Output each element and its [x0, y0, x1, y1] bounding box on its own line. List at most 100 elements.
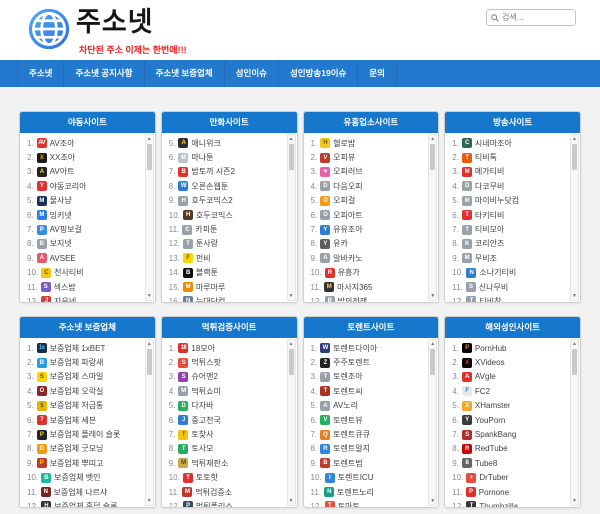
list-item[interactable]: 8. R RedTube	[445, 442, 569, 456]
site-link[interactable]: 보증업체 오락실	[50, 386, 104, 397]
list-item[interactable]: 14. B 블랙툰	[162, 266, 286, 280]
site-link[interactable]: 토렌트알지	[333, 443, 370, 454]
list-item[interactable]: 3. A AV아트	[20, 165, 144, 179]
site-link[interactable]: 자유넷	[54, 296, 76, 302]
list-item[interactable]: 4. D 다코무비	[445, 179, 569, 193]
list-item[interactable]: 15. M 마루마루	[162, 280, 286, 294]
site-link[interactable]: 마루마루	[196, 282, 225, 293]
list-item[interactable]: 7. P AV핑보걸	[20, 222, 144, 236]
site-link[interactable]: 보증업체 나르샤	[54, 487, 108, 498]
site-link[interactable]: 토토핫	[196, 472, 218, 483]
site-link[interactable]: 토렌트ICU	[338, 472, 374, 483]
site-link[interactable]: 먹튀재판소	[191, 458, 228, 469]
site-link[interactable]: 호두코믹스2	[191, 195, 232, 206]
site-link[interactable]: 토렌조아	[333, 371, 362, 382]
site-link[interactable]: 유유조아	[333, 224, 362, 235]
scroll-thumb[interactable]	[146, 144, 152, 170]
scroll-down-icon[interactable]: ▼	[288, 497, 295, 505]
scrollbar[interactable]: ▲ ▼	[286, 134, 296, 301]
list-item[interactable]: 4. F FC2	[445, 384, 569, 398]
site-link[interactable]: 토렌트다이아	[333, 343, 377, 354]
list-item[interactable]: 11. M 마사지365	[304, 280, 428, 294]
site-link[interactable]: DrTuber	[479, 473, 508, 482]
site-link[interactable]: YouPorn	[475, 416, 505, 425]
scroll-up-icon[interactable]: ▲	[429, 340, 436, 348]
site-link[interactable]: 시네마조아	[475, 138, 512, 149]
list-item[interactable]: 9. M 먹튀재판소	[162, 456, 286, 470]
list-item[interactable]: 11. N 보증업체 나르샤	[20, 485, 144, 499]
site-link[interactable]: 오피러브	[333, 166, 362, 177]
list-item[interactable]: 1. AV AV조아	[20, 136, 144, 150]
list-item[interactable]: 7. Y 유유조아	[304, 222, 428, 236]
site-link[interactable]: 보증업체 홀덤 슬롯	[54, 501, 117, 507]
list-item[interactable]: 5. M 물사냥	[20, 194, 144, 208]
site-link[interactable]: 유흥가	[338, 267, 360, 278]
list-item[interactable]: 7. S SpankBang	[445, 427, 569, 441]
site-link[interactable]: XVideos	[475, 358, 505, 367]
list-item[interactable]: 8. K 코리안즈	[445, 237, 569, 251]
nav-item[interactable]: 주소넷 보증업체	[145, 60, 225, 87]
list-item[interactable]: 10. B 보증업체 벳인	[20, 471, 144, 485]
site-link[interactable]: 18모아	[191, 343, 215, 354]
scroll-down-icon[interactable]: ▼	[146, 292, 153, 300]
list-item[interactable]: 7. Q 토렌트큐큐	[304, 427, 428, 441]
site-link[interactable]: 보증업체 스마일	[50, 371, 104, 382]
scrollbar[interactable]: ▲ ▼	[144, 134, 154, 301]
site-link[interactable]: 마사지365	[337, 282, 372, 293]
list-item[interactable]: 9. B 토렌트범	[304, 456, 428, 470]
list-item[interactable]: 4. T 토렌트씨	[304, 384, 428, 398]
list-item[interactable]: 5. M 마이비누닷컴	[445, 194, 569, 208]
site-link[interactable]: 보증업체 파랑새	[50, 357, 104, 368]
site-link[interactable]: 토사모	[191, 443, 213, 454]
list-item[interactable]: 5. $ 보증업체 저금통	[20, 399, 144, 413]
site-link[interactable]: 신나무비	[479, 282, 508, 293]
list-item[interactable]: 12. T Thumbzilla	[445, 499, 569, 507]
list-item[interactable]: 6. 7 보증업체 세븐	[20, 413, 144, 427]
scroll-down-icon[interactable]: ▼	[288, 292, 295, 300]
scroll-down-icon[interactable]: ▼	[146, 497, 153, 505]
list-item[interactable]: 2. T 티비톡	[445, 150, 569, 164]
scroll-thumb[interactable]	[572, 349, 577, 375]
nav-item[interactable]: 문의	[358, 60, 397, 87]
list-item[interactable]: 12. T 툰사랑	[162, 237, 286, 251]
site-link[interactable]: 토렌트뷰	[333, 415, 362, 426]
site-link[interactable]: 툰사랑	[196, 238, 218, 249]
site-link[interactable]: 먹튀폴리스	[196, 501, 233, 507]
list-item[interactable]: 12. B 밤의전쟁	[304, 294, 428, 302]
list-item[interactable]: 4. O 보증업체 오락실	[20, 384, 144, 398]
site-link[interactable]: SpankBang	[475, 430, 516, 439]
list-item[interactable]: 1. H 헬로밤	[304, 136, 428, 150]
site-link[interactable]: 보증업체 저금통	[50, 400, 104, 411]
list-item[interactable]: 9. M 무비조	[445, 251, 569, 265]
list-item[interactable]: 5. A AV노리	[304, 399, 428, 413]
list-item[interactable]: 9. 8 Tube8	[445, 456, 569, 470]
scroll-thumb[interactable]	[288, 349, 294, 375]
scroll-down-icon[interactable]: ▼	[571, 497, 578, 505]
list-item[interactable]: 9. P 보증업체 뿌띠고	[20, 456, 144, 470]
list-item[interactable]: 1. W 토렌트다이아	[304, 341, 428, 355]
list-item[interactable]: 8. G 보증업체 굿모닝	[20, 442, 144, 456]
list-item[interactable]: 13. F 펀비	[162, 251, 286, 265]
site-link[interactable]: 밍키넷	[50, 210, 72, 221]
list-item[interactable]: 5. D 다자바	[162, 399, 286, 413]
site-link[interactable]: 오른손웹툰	[191, 181, 228, 192]
scroll-thumb[interactable]	[146, 349, 152, 375]
site-link[interactable]: 마나툰	[191, 152, 213, 163]
nav-item[interactable]: 주소넷 공지사항	[64, 60, 145, 87]
list-item[interactable]: 1. C 시네마조아	[445, 136, 569, 150]
site-link[interactable]: 펀비	[196, 253, 211, 264]
site-link[interactable]: AV아트	[50, 166, 75, 177]
site-link[interactable]: 보증업체 세븐	[50, 415, 96, 426]
site-link[interactable]: 토렌트씨	[333, 386, 362, 397]
site-link[interactable]: 보증업체 플레이 슬롯	[50, 429, 121, 440]
site-link[interactable]: 애니위크	[191, 138, 220, 149]
site-link[interactable]: 다음오피	[333, 181, 362, 192]
list-item[interactable]: 3. T 토렌조아	[304, 370, 428, 384]
list-item[interactable]: 7. T 토찾사	[162, 427, 286, 441]
list-item[interactable]: 6. T 타키티비	[445, 208, 569, 222]
list-item[interactable]: 12. H 보증업체 홀덤 슬롯	[20, 499, 144, 507]
list-item[interactable]: 11. S 신나무비	[445, 280, 569, 294]
site-link[interactable]: 알바카노	[333, 253, 362, 264]
scrollbar[interactable]: ▲ ▼	[428, 134, 438, 301]
list-item[interactable]: 7. T 티비모아	[445, 222, 569, 236]
